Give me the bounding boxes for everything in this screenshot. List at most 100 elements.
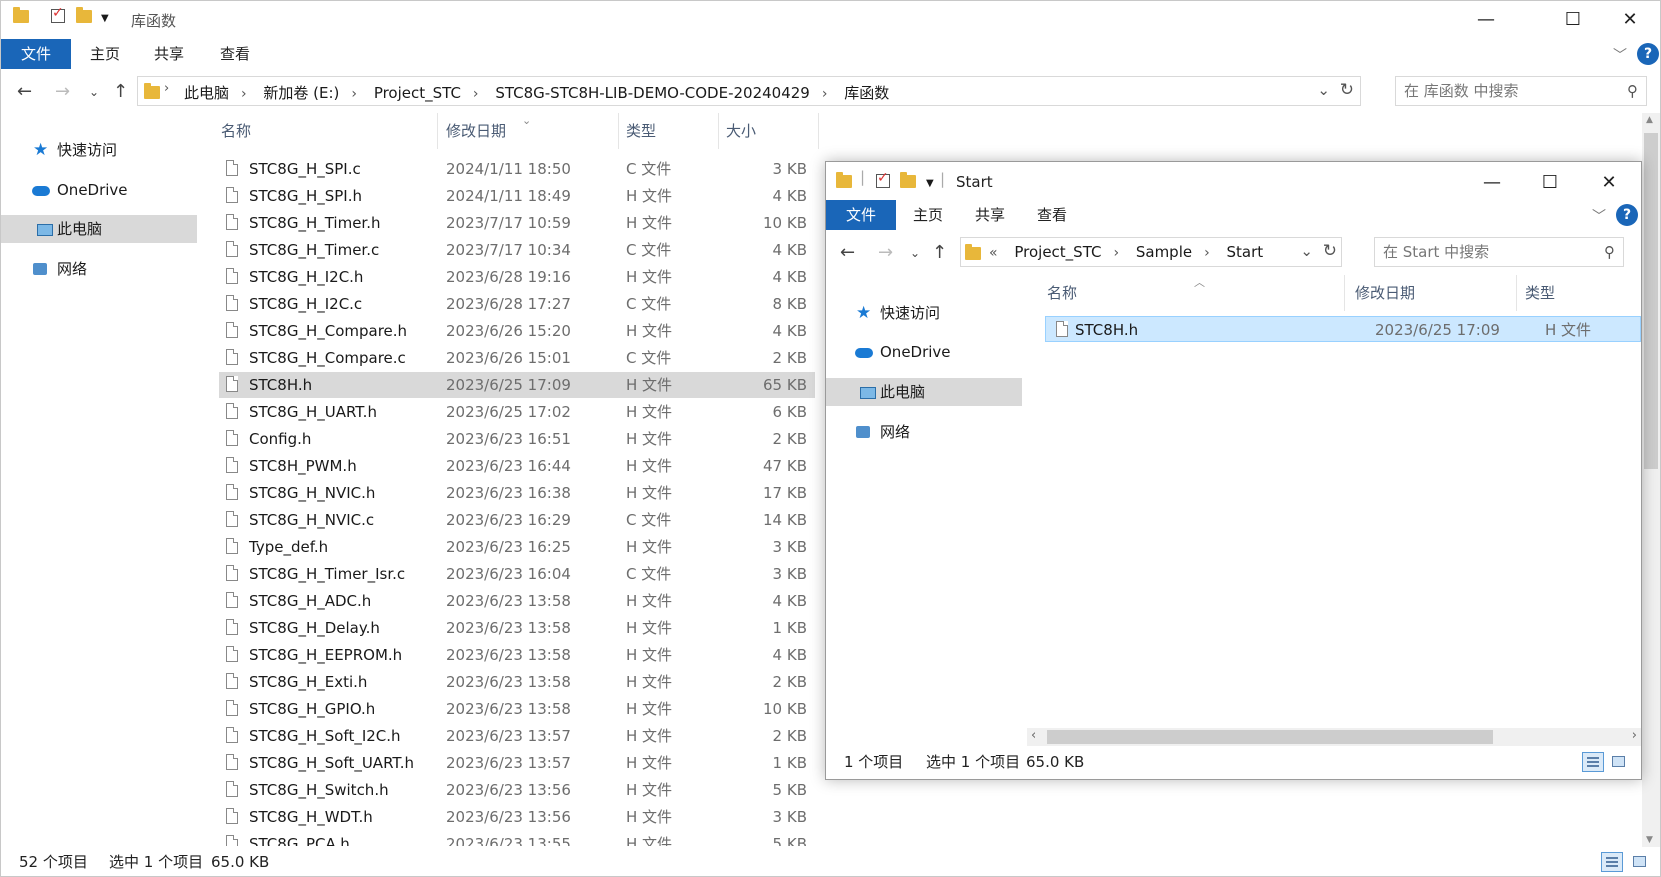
- customize-toolbar-icon[interactable]: ▼: [101, 13, 119, 31]
- back-button[interactable]: ←: [17, 81, 32, 102]
- column-type[interactable]: 类型: [626, 113, 656, 149]
- forward-button[interactable]: →: [878, 242, 893, 263]
- address-bar[interactable]: « Project_STC › Sample › Start ⌄ ↻: [960, 237, 1342, 267]
- column-size[interactable]: 大小: [726, 113, 756, 149]
- table-row[interactable]: STC8G_H_Timer.c 2023/7/17 10:34 C 文件 4 KB: [219, 237, 815, 263]
- details-view-button[interactable]: [1582, 752, 1604, 772]
- column-date[interactable]: 修改日期: [1355, 275, 1415, 311]
- table-row[interactable]: STC8G_H_Compare.c 2023/6/26 15:01 C 文件 2 KB: [219, 345, 815, 371]
- refresh-icon[interactable]: ↻: [1323, 241, 1337, 261]
- breadcrumb-item[interactable]: Start: [1227, 243, 1264, 261]
- back-button[interactable]: ←: [840, 242, 855, 263]
- column-type[interactable]: 类型: [1525, 275, 1555, 311]
- tab-home[interactable]: 主页: [904, 200, 952, 230]
- nav-quick-access[interactable]: ★ 快速访问: [826, 299, 1022, 327]
- table-row[interactable]: STC8H.h 2023/6/25 17:09 H 文件: [1045, 316, 1641, 342]
- recent-locations-icon[interactable]: ⌄: [89, 85, 99, 99]
- table-row[interactable]: STC8G_H_Soft_I2C.h 2023/6/23 13:57 H 文件 2 K…: [219, 723, 815, 749]
- maximize-button[interactable]: ☐: [1544, 1, 1602, 39]
- properties-icon[interactable]: [876, 170, 894, 192]
- table-row[interactable]: STC8G_H_Switch.h 2023/6/23 13:56 H 文件 5 KB: [219, 777, 815, 803]
- maximize-button[interactable]: ☐: [1521, 164, 1579, 202]
- tab-view[interactable]: 查看: [211, 39, 259, 69]
- column-divider[interactable]: [437, 113, 438, 149]
- scrollbar-thumb[interactable]: [1644, 133, 1658, 469]
- tab-file[interactable]: 文件: [826, 200, 896, 230]
- breadcrumb-item[interactable]: Project_STC: [1014, 243, 1101, 261]
- search-input[interactable]: 在 Start 中搜索 ⚲: [1374, 237, 1624, 267]
- column-divider[interactable]: [1516, 275, 1517, 311]
- table-row[interactable]: STC8G_H_Timer.h 2023/7/17 10:59 H 文件 10 KB: [219, 210, 815, 236]
- column-name[interactable]: 名称: [221, 113, 251, 149]
- large-icons-view-button[interactable]: [1608, 752, 1630, 772]
- nav-onedrive[interactable]: OneDrive: [826, 338, 1022, 366]
- table-row[interactable]: STC8G_H_EEPROM.h 2023/6/23 13:58 H 文件 4 KB: [219, 642, 815, 668]
- table-row[interactable]: STC8G_H_SPI.h 2024/1/11 18:49 H 文件 4 KB: [219, 183, 815, 209]
- close-button[interactable]: ✕: [1580, 164, 1638, 202]
- column-date[interactable]: 修改日期: [446, 113, 506, 149]
- column-divider[interactable]: [818, 113, 819, 149]
- recent-locations-icon[interactable]: ⌄: [910, 246, 920, 260]
- table-row[interactable]: STC8G_H_I2C.h 2023/6/28 19:16 H 文件 4 KB: [219, 264, 815, 290]
- chevron-down-icon[interactable]: ⌄: [1300, 242, 1313, 260]
- table-row[interactable]: STC8G_H_Soft_UART.h 2023/6/23 13:57 H 文件 1 …: [219, 750, 815, 776]
- scroll-down-icon[interactable]: ▼: [1646, 835, 1653, 845]
- nav-this-pc[interactable]: 此电脑: [1, 215, 197, 243]
- table-row[interactable]: STC8G_H_Timer_Isr.c 2023/6/23 16:04 C 文件 3 …: [219, 561, 815, 587]
- chevron-down-icon[interactable]: ⌄: [1317, 81, 1330, 99]
- nav-this-pc[interactable]: 此电脑: [826, 378, 1022, 406]
- breadcrumb-item[interactable]: Project_STC: [374, 84, 461, 102]
- table-row[interactable]: STC8G_H_Compare.h 2023/6/26 15:20 H 文件 4 KB: [219, 318, 815, 344]
- column-divider[interactable]: [618, 113, 619, 149]
- help-button[interactable]: ?: [1616, 204, 1638, 226]
- table-row[interactable]: STC8G_H_I2C.c 2023/6/28 17:27 C 文件 8 KB: [219, 291, 815, 317]
- breadcrumb-overflow-icon[interactable]: «: [989, 245, 998, 261]
- column-name[interactable]: 名称: [1047, 275, 1077, 311]
- breadcrumb-item[interactable]: 库函数: [844, 84, 889, 102]
- scroll-left-icon[interactable]: ‹: [1031, 728, 1036, 743]
- tab-view[interactable]: 查看: [1028, 200, 1076, 230]
- table-row[interactable]: STC8G_PCA.h 2023/6/23 13:55 H 文件 5 KB: [219, 831, 815, 846]
- table-row[interactable]: Type_def.h 2023/6/23 16:25 H 文件 3 KB: [219, 534, 815, 560]
- table-row[interactable]: STC8G_H_NVIC.c 2023/6/23 16:29 C 文件 14 KB: [219, 507, 815, 533]
- new-folder-icon[interactable]: [76, 7, 94, 27]
- tab-share[interactable]: 共享: [145, 39, 193, 69]
- new-folder-icon[interactable]: [900, 172, 918, 192]
- large-icons-view-button[interactable]: [1629, 852, 1651, 872]
- table-row[interactable]: STC8G_H_WDT.h 2023/6/23 13:56 H 文件 3 KB: [219, 804, 815, 830]
- tab-share[interactable]: 共享: [966, 200, 1014, 230]
- table-row[interactable]: STC8G_H_UART.h 2023/6/25 17:02 H 文件 6 KB: [219, 399, 815, 425]
- search-input[interactable]: 在 库函数 中搜索 ⚲: [1395, 76, 1647, 106]
- vertical-scrollbar[interactable]: ▲ ▼: [1642, 113, 1660, 847]
- table-row[interactable]: Config.h 2023/6/23 16:51 H 文件 2 KB: [219, 426, 815, 452]
- table-row[interactable]: STC8G_H_Delay.h 2023/6/23 13:58 H 文件 1 KB: [219, 615, 815, 641]
- tab-home[interactable]: 主页: [81, 39, 129, 69]
- nav-network[interactable]: 网络: [826, 418, 1022, 446]
- minimize-button[interactable]: —: [1457, 1, 1515, 39]
- up-button[interactable]: ↑: [932, 242, 947, 263]
- refresh-icon[interactable]: ↻: [1340, 80, 1354, 100]
- address-bar[interactable]: › 此电脑 › 新加卷 (E:) › Project_STC › STC8G-STC8…: [137, 76, 1361, 106]
- table-row[interactable]: STC8H.h 2023/6/25 17:09 H 文件 65 KB: [219, 372, 815, 398]
- breadcrumb-item[interactable]: Sample: [1136, 243, 1192, 261]
- nav-quick-access[interactable]: ★ 快速访问: [1, 136, 197, 164]
- help-button[interactable]: ?: [1637, 43, 1659, 65]
- details-view-button[interactable]: [1601, 852, 1623, 872]
- nav-network[interactable]: 网络: [1, 255, 197, 283]
- table-row[interactable]: STC8H_PWM.h 2023/6/23 16:44 H 文件 47 KB: [219, 453, 815, 479]
- table-row[interactable]: STC8G_H_SPI.c 2024/1/11 18:50 C 文件 3 KB: [219, 156, 815, 182]
- properties-icon[interactable]: [51, 5, 69, 27]
- breadcrumb-item[interactable]: 新加卷 (E:): [263, 84, 339, 102]
- column-divider[interactable]: [718, 113, 719, 149]
- scroll-right-icon[interactable]: ›: [1632, 728, 1637, 743]
- scrollbar-thumb[interactable]: [1047, 730, 1493, 744]
- horizontal-scrollbar[interactable]: ‹ ›: [1027, 728, 1641, 746]
- table-row[interactable]: STC8G_H_Exti.h 2023/6/23 13:58 H 文件 2 KB: [219, 669, 815, 695]
- close-button[interactable]: ✕: [1601, 1, 1659, 39]
- nav-onedrive[interactable]: OneDrive: [1, 176, 197, 204]
- scroll-up-icon[interactable]: ▲: [1646, 115, 1653, 125]
- table-row[interactable]: STC8G_H_NVIC.h 2023/6/23 16:38 H 文件 17 KB: [219, 480, 815, 506]
- breadcrumb-item[interactable]: STC8G-STC8H-LIB-DEMO-CODE-20240429: [495, 84, 810, 102]
- column-divider[interactable]: [1344, 275, 1345, 311]
- minimize-button[interactable]: —: [1463, 164, 1521, 202]
